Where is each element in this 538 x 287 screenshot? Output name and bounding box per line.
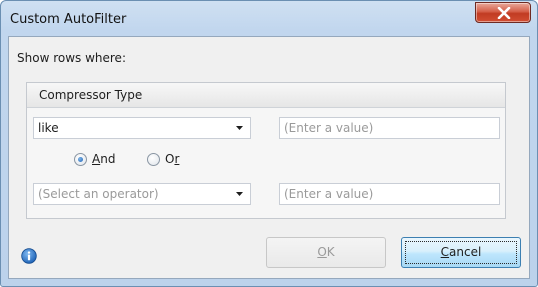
value2-input-box[interactable] [279,183,500,205]
column-name-label: Compressor Type [39,88,143,102]
cancel-access-key: C [440,245,450,259]
or-access-key: r [174,152,180,166]
value2-input[interactable] [284,185,494,203]
and-access-key: A [92,152,101,166]
and-radio[interactable] [74,153,87,166]
dropdown-arrow-icon [236,126,243,130]
filter-group: Compressor Type like And Or [26,82,506,219]
cancel-label-rest: ancel [449,245,482,259]
dropdown-arrow-icon [236,192,243,196]
operator1-dropdown[interactable]: like [33,117,251,139]
info-icon[interactable] [21,248,37,267]
cancel-button[interactable]: Cancel [401,237,521,268]
ok-access-key: O [317,245,327,259]
ok-label-rest: K [326,245,335,259]
operator2-placeholder: (Select an operator) [38,187,159,201]
custom-autofilter-window: Custom AutoFilter Show rows where: Compr… [0,0,538,287]
value1-input-box[interactable] [279,117,500,139]
group-header: Compressor Type [27,83,505,108]
value1-input[interactable] [284,119,494,137]
close-x-icon [497,7,511,19]
dialog-body: Show rows where: Compressor Type like An… [8,36,530,279]
ok-button[interactable]: OK [266,237,386,268]
close-button[interactable] [475,2,531,23]
window-title: Custom AutoFilter [10,12,127,27]
show-rows-label: Show rows where: [17,51,126,65]
or-radio[interactable] [147,153,160,166]
operator2-dropdown[interactable]: (Select an operator) [33,183,251,205]
and-label-rest: nd [100,152,116,166]
operator1-value: like [38,121,59,135]
